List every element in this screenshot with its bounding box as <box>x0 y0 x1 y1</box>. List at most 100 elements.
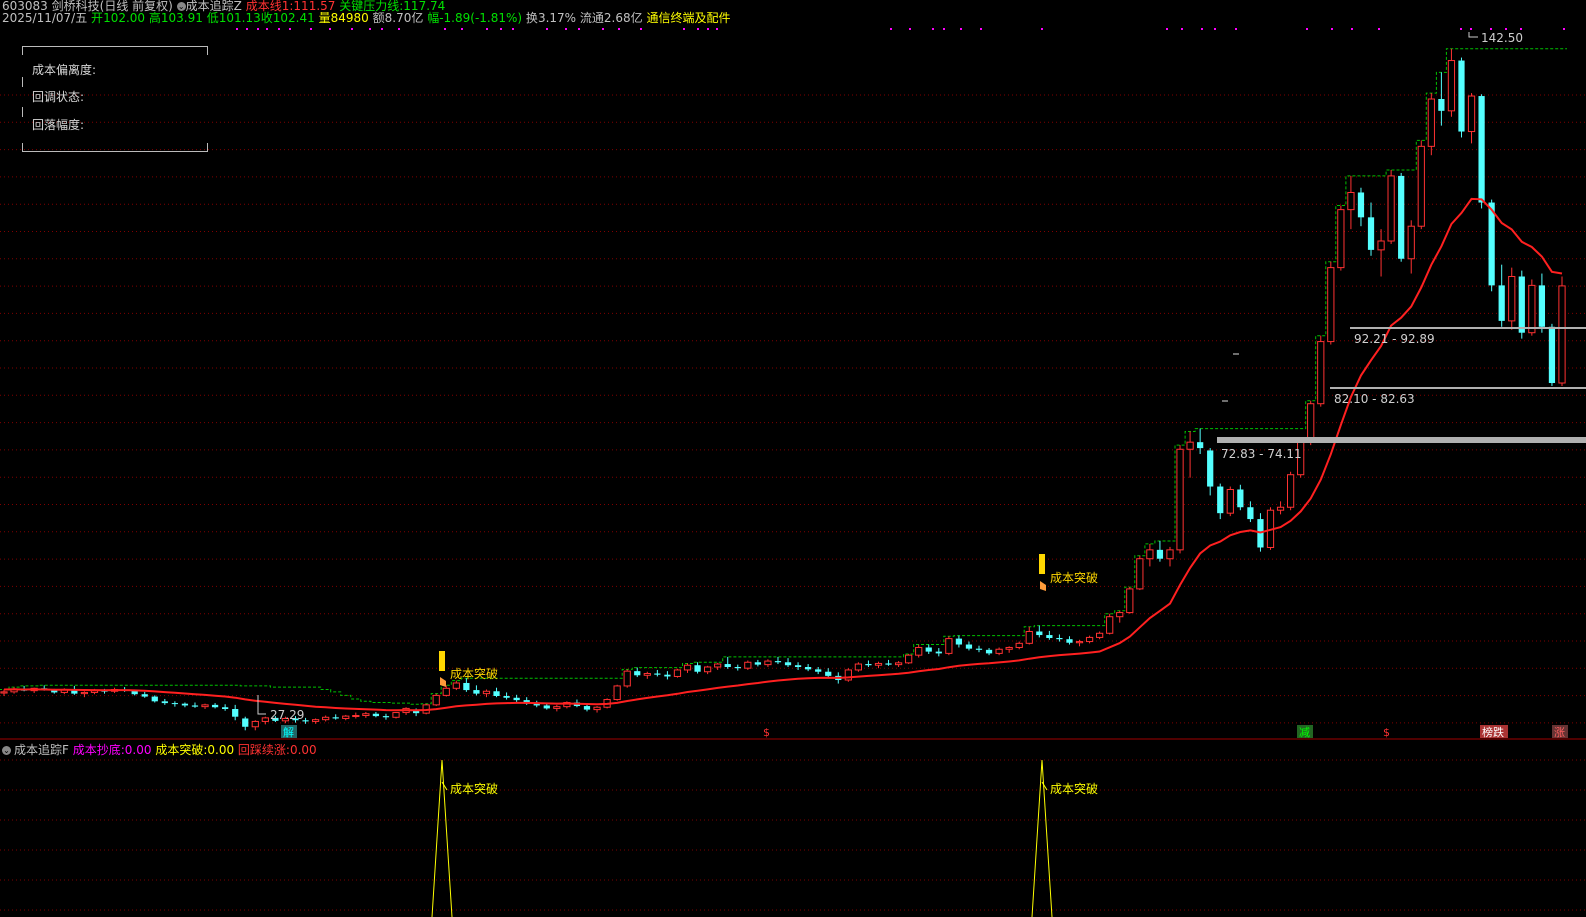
kline-chart[interactable]: 92.21 - 92.8982.10 - 82.6372.83 - 74.11 … <box>0 0 1586 917</box>
sub-indicator-name: 成本追踪F <box>14 743 69 757</box>
zone-72-label: 72.83 - 74.11 <box>1221 447 1302 461</box>
candle-body-down <box>975 648 983 650</box>
candle-body-down <box>1548 326 1556 383</box>
candle-body-down <box>1207 450 1214 487</box>
chart-annotations: 27.29142.50成本突破成本突破解 $ 减 $ 榜跌涨 <box>257 31 1568 739</box>
candle-body-up <box>905 654 913 664</box>
signal-dot <box>1460 28 1462 30</box>
signal-bar <box>439 651 445 671</box>
signal-dot <box>310 28 312 30</box>
candle-body-down <box>865 664 872 666</box>
zone-92 <box>1350 327 1586 329</box>
candle-body-down <box>151 696 158 702</box>
signal-dot <box>943 28 945 30</box>
candle-body-up <box>1025 631 1033 644</box>
candle-body-up <box>1176 448 1184 551</box>
pressure-step-line <box>0 48 1567 705</box>
signal-dot <box>716 28 718 30</box>
candle-body-up <box>1447 60 1456 112</box>
candle-body-down <box>935 651 942 654</box>
bar-date: 2025/11/07/五 <box>2 11 88 25</box>
candle-body-down <box>493 691 500 696</box>
candle-body-down <box>694 665 701 672</box>
candlesticks <box>0 48 1566 731</box>
candle-body-down <box>965 644 973 649</box>
candle-body-down <box>805 667 812 670</box>
candle-body-down <box>161 701 168 704</box>
candle-body-up <box>352 715 360 718</box>
spike-label: 成本突破 <box>1050 781 1098 796</box>
hand-cursor-icon <box>1040 581 1046 591</box>
candle-body-up <box>482 690 491 695</box>
signal-dot <box>1378 28 1380 30</box>
signal-dot <box>1351 28 1353 30</box>
drawdown-label: 回落幅度: <box>32 118 85 132</box>
candle-body-down <box>1046 635 1053 639</box>
candle-body-up <box>1166 549 1174 560</box>
candle-body-up <box>874 662 883 666</box>
candle-body-up <box>201 704 209 708</box>
dropdown-circle-icon[interactable]: ⌄ <box>176 2 186 11</box>
candle-body-up <box>311 719 320 722</box>
candle-body-down <box>503 695 510 698</box>
signal-label: 成本突破 <box>1050 570 1098 585</box>
candle-body-up <box>251 720 259 728</box>
dropdown-circle-icon[interactable]: ⌄ <box>2 746 11 755</box>
signal-dot <box>257 28 259 30</box>
signal-dot <box>707 28 709 30</box>
signal-dot <box>289 28 291 30</box>
candle-body-down <box>583 706 591 710</box>
float-value: 2.68亿 <box>603 11 643 25</box>
candle-body-up <box>1146 549 1154 560</box>
candle-body-down <box>1036 631 1043 636</box>
signal-dot <box>266 28 268 30</box>
candle-body-up <box>1317 341 1325 405</box>
signal-dot <box>683 28 685 30</box>
candle-body-up <box>894 662 903 666</box>
candle-body-down <box>734 667 741 669</box>
candle-body-up <box>643 673 651 676</box>
signal-dot <box>236 28 238 30</box>
signal-dot <box>1563 28 1565 30</box>
candle-body-down <box>1518 276 1525 333</box>
candle-body-down <box>794 665 802 667</box>
breakout-spike <box>1031 759 1053 917</box>
candle-body-up <box>342 715 350 719</box>
candle-body-down <box>1197 442 1204 449</box>
open-value: 102.00 <box>103 11 146 25</box>
candle-body-up <box>1327 267 1335 343</box>
high-price-label: 142.50 <box>1481 31 1523 45</box>
candle-body-up <box>1106 616 1114 634</box>
candle-body-up <box>1126 588 1134 614</box>
bottom-value: 0.00 <box>124 743 152 757</box>
sector-link[interactable]: 通信终端及配件 <box>646 11 730 25</box>
candle-body-down <box>724 664 731 667</box>
breakout-spike <box>431 759 453 917</box>
candle-body-down <box>181 703 189 706</box>
candle-body-up <box>1427 98 1435 147</box>
candle-body-up <box>322 716 330 721</box>
signal-dot <box>500 28 502 30</box>
signal-dot <box>546 28 548 30</box>
candle-body-down <box>1066 639 1073 643</box>
candle-body-down <box>141 694 148 697</box>
candle-body-up <box>1558 285 1566 384</box>
signal-dot <box>890 28 892 30</box>
candle-body-down <box>1247 507 1254 520</box>
volume-value: 84980 <box>330 11 369 25</box>
candle-body-up <box>1337 209 1345 269</box>
sub-indicator-panel[interactable]: 成本突破 成本突破 <box>431 759 1098 917</box>
signal-dot <box>444 28 446 30</box>
low-arrow <box>257 695 266 715</box>
candle-body-up <box>683 664 692 671</box>
candle-body-up <box>432 694 440 706</box>
candle-body-up <box>1226 489 1234 514</box>
candle-body-down <box>332 717 339 719</box>
zone-72 <box>1217 437 1586 443</box>
candle-body-up <box>1116 612 1124 618</box>
candle-body-down <box>654 673 661 675</box>
candle-body-up <box>613 685 621 701</box>
candle-body-down <box>242 718 249 727</box>
cost-deviation-label: 成本偏离度: <box>32 63 97 77</box>
header-line-2: 2025/11/07/五 开102.00 高103.91 低101.13收102… <box>2 11 731 25</box>
